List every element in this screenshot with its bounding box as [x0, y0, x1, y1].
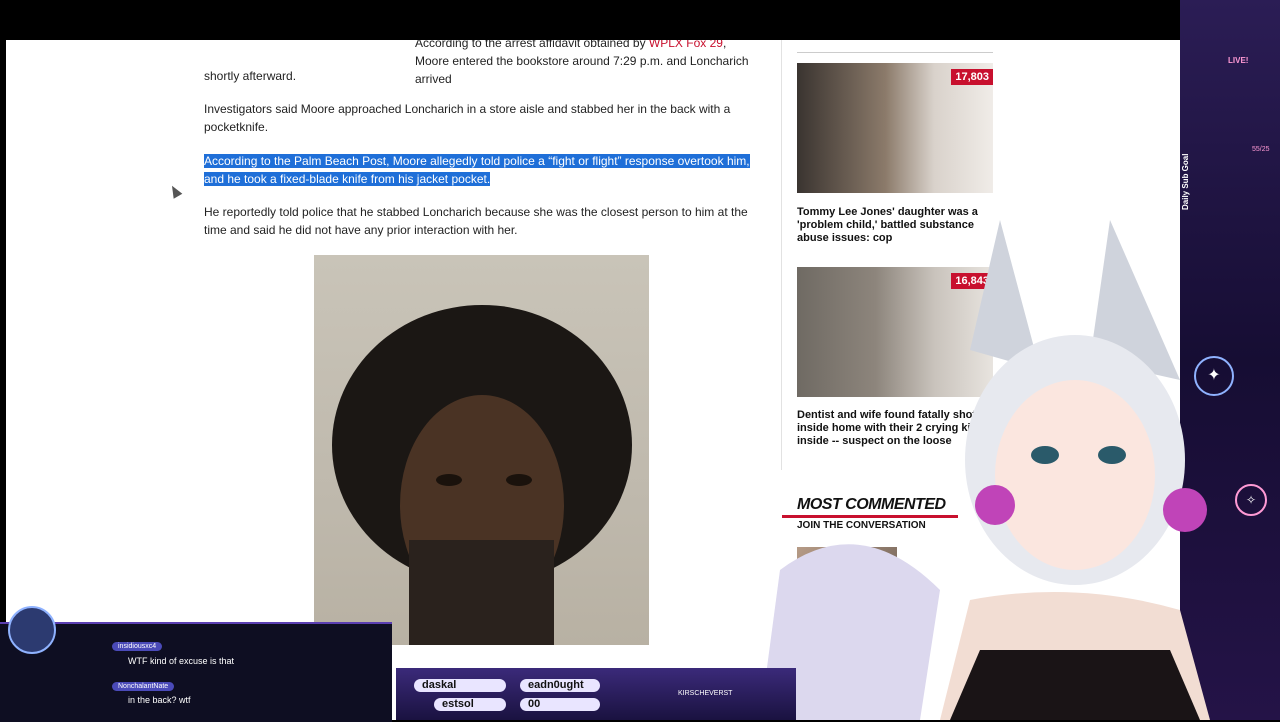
- avatar-illustration: [760, 220, 1210, 720]
- highlighted-line-1: According to the Palm Beach Post, Moore …: [204, 154, 750, 168]
- supporter-name: estsol: [434, 698, 506, 711]
- star-icon: ✧: [1235, 484, 1267, 516]
- stream-top-bar: [0, 0, 1280, 40]
- supporter-name: daskal: [414, 679, 506, 692]
- mugshot-illustration: [332, 305, 632, 645]
- article-paragraph-intro-end: shortly afterward.: [204, 69, 297, 83]
- mouse-cursor-icon: [167, 183, 183, 199]
- sidebar-top-rule: [797, 52, 993, 53]
- article-paragraph-3-highlighted: According to the Palm Beach Post, Moore …: [204, 152, 764, 188]
- source-link[interactable]: WPLX Fox 29: [649, 40, 723, 50]
- sub-goal-label: Daily Sub Goal: [1181, 153, 1190, 210]
- intro-text: According to the arrest affidavit obtain…: [415, 40, 649, 50]
- sub-goal-count: 55/25: [1252, 146, 1270, 153]
- chat-username: insidiousxc4: [112, 642, 163, 651]
- live-label: LIVE!: [1228, 56, 1249, 65]
- comment-count-badge: 17,803: [951, 69, 993, 85]
- highlighted-line-2: and he took a fixed-blade knife from his…: [204, 172, 491, 186]
- chat-mascot-icon: [8, 606, 56, 654]
- chat-message: WTF kind of excuse is that: [128, 656, 235, 666]
- vtuber-avatar: [740, 210, 1210, 720]
- chat-username: NonchalantNate: [112, 682, 175, 691]
- mugshot-photo: [314, 255, 649, 645]
- supporter-names-bar: daskal eadn0ught estsol 00 KIRSCHEVERST: [396, 668, 796, 720]
- article-paragraph-4: He reportedly told police that he stabbe…: [204, 205, 748, 237]
- article-paragraph-2: Investigators said Moore approached Lonc…: [204, 102, 731, 134]
- supporter-name: 00: [520, 698, 600, 711]
- sidebar-card-image-1[interactable]: 17,803: [797, 63, 993, 193]
- supporter-name: eadn0ught: [520, 679, 600, 692]
- stream-chat-box: insidiousxc4 WTF kind of excuse is that …: [0, 606, 392, 722]
- chat-message: in the back? wtf: [128, 695, 191, 705]
- channel-name: KIRSCHEVERST: [678, 690, 733, 697]
